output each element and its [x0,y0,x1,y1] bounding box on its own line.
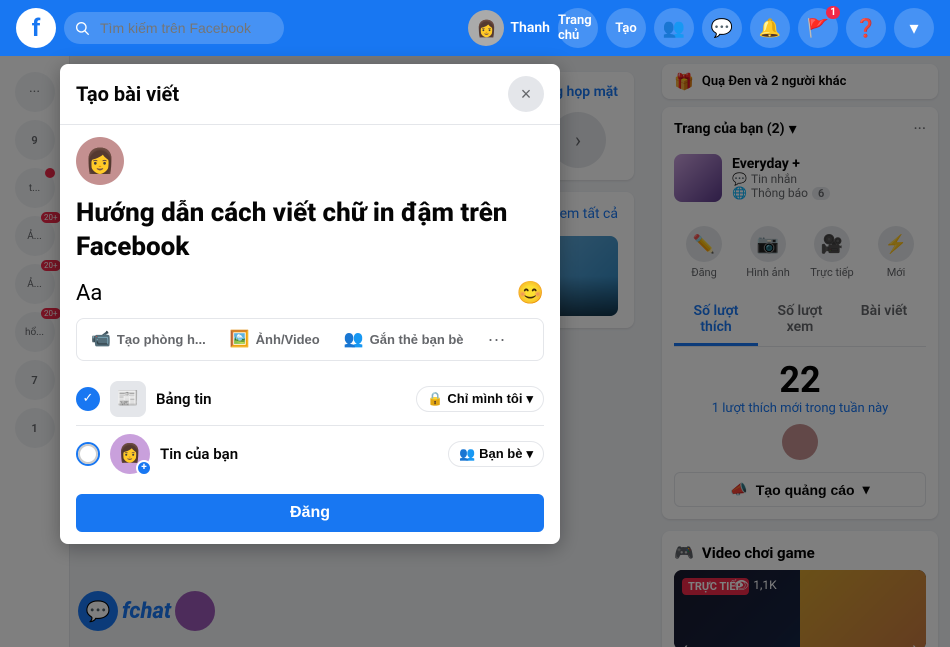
post-title-input[interactable]: Hướng dẫn cách viết chữ in đậm trên Face… [76,197,544,265]
privacy-label-1: Chỉ mình tôi [447,391,522,406]
font-style-btn[interactable]: Aa [76,281,102,306]
privacy-label-2: Bạn bè [479,446,522,461]
plus-badge: + [136,460,152,476]
checkbox-your-news[interactable] [76,442,100,466]
user-name: Thanh [510,20,550,36]
post-tools: Aa 😊 [76,281,544,306]
facebook-logo: f [16,8,56,48]
pages-badge: 1 [826,6,840,19]
audience-name-2: Tin của bạn [160,445,238,463]
home-label: Trang chủ [558,13,598,43]
tag-friends-label: Gắn thẻ bạn bè [370,332,464,347]
audience-row-your-news: 👩 + Tin của bạn 👥 Bạn bè ▾ [76,426,544,482]
modal-title: Tạo bài viết [76,82,179,106]
photo-video-label: Ảnh/Video [256,332,320,347]
friends-privacy-icon: 👥 [459,446,475,462]
chevron-privacy-2: ▾ [526,446,533,462]
search-wrap [64,12,284,44]
emoji-btn[interactable]: 😊 [517,281,544,306]
search-input[interactable] [64,12,284,44]
audience-left-1: 📰 Bảng tin [76,381,212,417]
user-avatar: 👩 [468,10,504,46]
create-nav-btn[interactable]: Tạo [606,8,646,48]
modal-overlay: Tạo bài viết × 👩 Hướng dẫn cách viết chữ… [0,56,950,647]
privacy-btn-1[interactable]: 🔒 Chỉ mình tôi ▾ [416,386,544,412]
audience-left-2: 👩 + Tin của bạn [76,434,238,474]
modal-header: Tạo bài viết × [60,64,560,125]
tag-friends-btn[interactable]: 👥 Gắn thẻ bạn bè [334,323,474,356]
nav-user[interactable]: 👩 Thanh [468,10,550,46]
create-room-btn[interactable]: 📹 Tạo phòng h... [81,323,216,356]
author-avatar: 👩 [76,137,124,185]
post-author: 👩 [76,137,544,185]
create-room-label: Tạo phòng h... [117,332,206,347]
post-actions-row: 📹 Tạo phòng h... 🖼️ Ảnh/Video 👥 Gắn thẻ … [76,318,544,361]
create-label: Tạo [615,21,636,36]
photo-video-icon: 🖼️ [230,329,250,349]
pages-icon[interactable]: 🚩 1 [798,8,838,48]
photo-video-btn[interactable]: 🖼️ Ảnh/Video [220,323,330,356]
help-icon[interactable]: ❓ [846,8,886,48]
nav-left: f [16,8,284,48]
modal-close-btn[interactable]: × [508,76,544,112]
audience-name-1: Bảng tin [156,390,212,408]
messenger-icon[interactable]: 💬 [702,8,742,48]
notifications-icon[interactable]: 🔔 [750,8,790,48]
radio-empty [78,444,98,464]
privacy-btn-2[interactable]: 👥 Bạn bè ▾ [448,441,544,467]
tag-icon: 👥 [344,329,364,349]
top-nav: f 👩 Thanh Trang chủ Tạo 👥 💬 🔔 [0,0,950,56]
lock-icon: 🔒 [427,391,443,407]
news-feed-icon: 📰 [110,381,146,417]
more-actions-btn[interactable]: ··· [478,323,516,356]
friends-icon[interactable]: 👥 [654,8,694,48]
menu-chevron[interactable]: ▾ [894,8,934,48]
audience-row-news-feed: 📰 Bảng tin 🔒 Chỉ mình tôi ▾ [76,373,544,426]
video-cam-icon: 📹 [91,329,111,349]
friend-avatar: 👩 + [110,434,150,474]
home-nav-btn[interactable]: Trang chủ [558,8,598,48]
nav-right: 👩 Thanh Trang chủ Tạo 👥 💬 🔔 🚩 1 ❓ ▾ [468,8,934,48]
checkbox-news-feed[interactable] [76,387,100,411]
create-post-modal: Tạo bài viết × 👩 Hướng dẫn cách viết chữ… [60,64,560,544]
post-submit-btn[interactable]: Đăng [76,494,544,532]
chevron-privacy-1: ▾ [526,391,533,407]
modal-body: 👩 Hướng dẫn cách viết chữ in đậm trên Fa… [60,125,560,544]
